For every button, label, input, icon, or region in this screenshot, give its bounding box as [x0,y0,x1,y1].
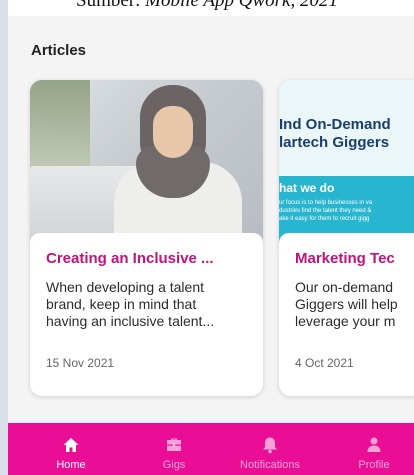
nav-label: Notifications [240,459,300,471]
article-date: 15 Nov 2021 [46,356,115,370]
poster-text: ur focus is to help businesses in va dus… [279,200,373,222]
article-thumbnail: Ind On-Demand lartech Giggers hat we do … [279,80,414,248]
figure-source-caption: Sumber: Mobile App Qwork, 2021 [0,0,414,11]
article-excerpt: Our on-demand Giggers will help leverage… [295,279,398,329]
nav-home[interactable]: Home [31,423,111,475]
poster-title: Ind On-Demand lartech Giggers [279,116,391,151]
nav-profile[interactable]: Profile [334,423,414,475]
section-title: Articles [31,42,87,59]
caption-source: Mobile App Qwork, 2021 [145,0,338,11]
article-title[interactable]: Creating an Inclusive ... [46,250,252,267]
nav-label: Home [56,459,86,471]
left-background-strip [0,0,8,475]
article-excerpt: When developing a talent brand, keep in … [46,279,215,329]
articles-carousel[interactable]: Creating an Inclusive ... When developin… [30,80,414,400]
article-title[interactable]: Marketing Tec [295,250,414,267]
nav-label: Profile [358,459,390,471]
article-card-body: Marketing Tec Our on-demand Giggers will… [279,233,414,396]
bottom-navigation: Home Gigs Notifications Profile [8,423,414,475]
briefcase-icon [167,438,181,451]
user-icon [367,437,381,452]
nav-label: Gigs [162,459,186,471]
nav-gigs[interactable]: Gigs [134,423,214,475]
article-thumbnail [30,80,263,248]
bell-icon [263,437,277,454]
nav-notifications[interactable]: Notifications [230,423,310,475]
article-date: 4 Oct 2021 [295,356,354,370]
article-card-body: Creating an Inclusive ... When developin… [30,233,263,396]
article-card[interactable]: Creating an Inclusive ... When developin… [30,80,263,396]
article-card[interactable]: Ind On-Demand lartech Giggers hat we do … [279,80,414,396]
app-screen: Articles Creating an Inclusive ... When … [8,16,414,475]
caption-prefix: Sumber: [76,0,146,11]
poster-heading: hat we do [279,181,335,195]
face-shape [153,106,193,158]
home-icon [63,438,79,452]
